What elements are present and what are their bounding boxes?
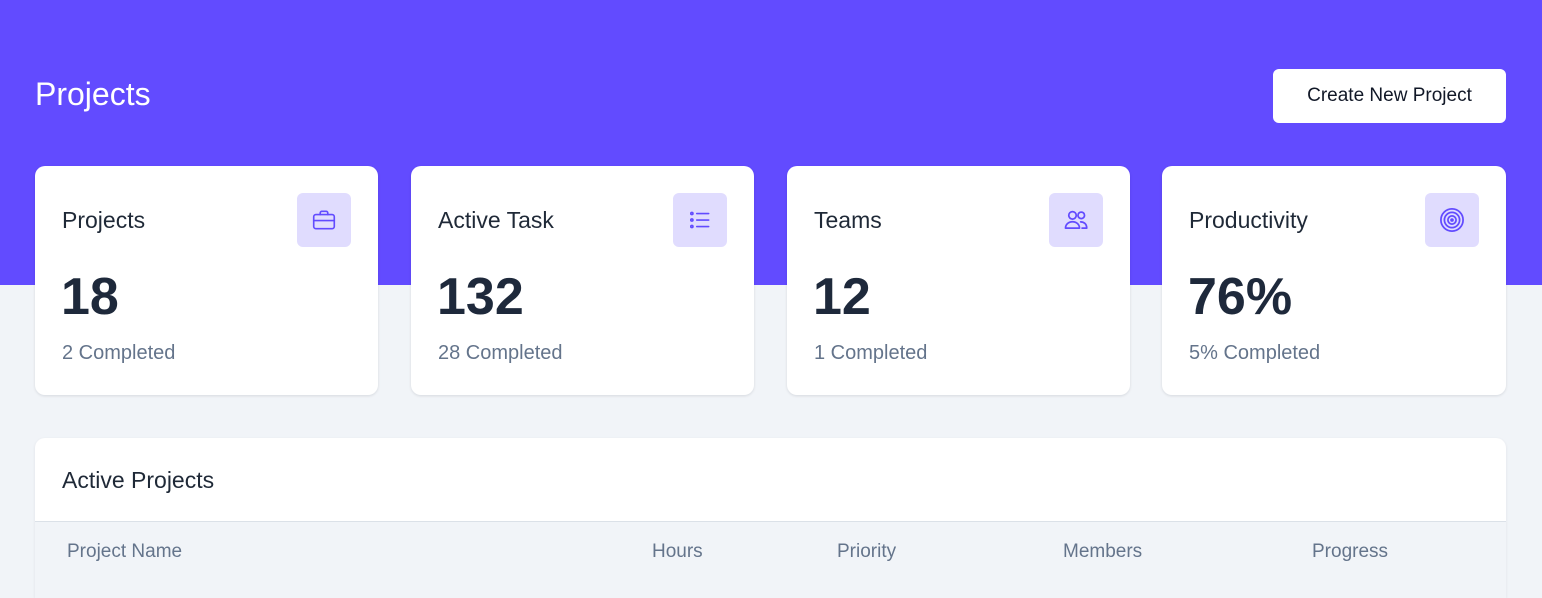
stat-label: Productivity <box>1189 207 1308 233</box>
stat-subtext: 2 Completed <box>62 342 176 364</box>
stat-subtext: 5% Completed <box>1189 342 1321 364</box>
stat-label: Teams <box>814 207 882 233</box>
stat-value: 18 <box>61 268 119 326</box>
stat-subtext: 28 Completed <box>438 342 563 364</box>
column-header-progress[interactable]: Progress <box>1312 540 1388 564</box>
stat-label: Projects <box>62 207 146 233</box>
target-icon <box>1425 193 1479 247</box>
list-icon <box>673 193 727 247</box>
briefcase-icon <box>297 193 351 247</box>
stat-subtext: 1 Completed <box>814 342 928 364</box>
create-new-project-button[interactable]: Create New Project <box>1273 69 1506 123</box>
stat-value: 132 <box>437 268 524 326</box>
column-header-priority[interactable]: Priority <box>837 540 896 564</box>
column-header-members[interactable]: Members <box>1063 540 1142 564</box>
stat-card-productivity: Productivity 76% 5% Completed <box>1162 166 1506 395</box>
stat-card-active-task: Active Task 132 28 Completed <box>411 166 754 395</box>
stat-card-projects: Projects 18 2 Completed <box>35 166 378 395</box>
column-header-hours[interactable]: Hours <box>652 540 703 564</box>
panel-title: Active Projects <box>62 467 215 493</box>
stat-value: 12 <box>813 268 871 326</box>
page-title: Projects <box>35 76 151 112</box>
column-header-project-name[interactable]: Project Name <box>67 540 182 564</box>
stat-card-teams: Teams 12 1 Completed <box>787 166 1130 395</box>
stat-label: Active Task <box>438 207 554 233</box>
stat-value: 76% <box>1188 268 1293 326</box>
table-header: Project Name Hours Priority Members Prog… <box>35 521 1506 598</box>
users-icon <box>1049 193 1103 247</box>
active-projects-panel: Active Projects Project Name Hours Prior… <box>35 438 1506 598</box>
